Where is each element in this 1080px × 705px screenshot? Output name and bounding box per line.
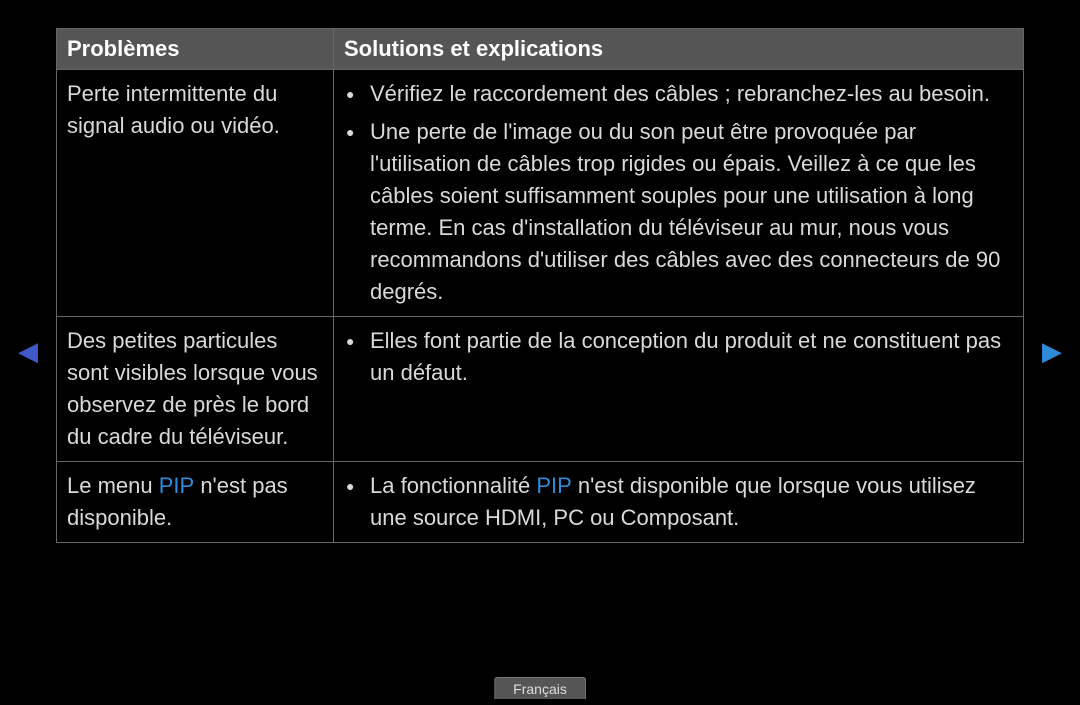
problem-cell: Le menu PIP n'est pas disponible. [57,462,333,542]
keyword-pip: PIP [536,473,571,498]
text-fragment: Le menu [67,473,159,498]
solution-cell: Vérifiez le raccordement des câbles ; re… [333,70,1023,316]
table-row: Le menu PIP n'est pas disponible. La fon… [57,462,1023,542]
solution-item: Vérifiez le raccordement des câbles ; re… [344,78,1013,110]
solution-cell: Elles font partie de la conception du pr… [333,317,1023,461]
problem-cell: Perte intermittente du signal audio ou v… [57,70,333,316]
language-tab[interactable]: Français [494,677,586,699]
solution-item: La fonctionnalité PIP n'est disponible q… [344,470,1013,534]
solution-item: Elles font partie de la conception du pr… [344,325,1013,389]
next-page-arrow[interactable]: ▶ [1042,338,1062,364]
manual-page: Problèmes Solutions et explications Pert… [0,0,1080,705]
header-solutions: Solutions et explications [333,29,1023,69]
table-row: Perte intermittente du signal audio ou v… [57,70,1023,317]
troubleshooting-table: Problèmes Solutions et explications Pert… [56,28,1024,543]
problem-cell: Des petites particules sont visibles lor… [57,317,333,461]
solution-cell: La fonctionnalité PIP n'est disponible q… [333,462,1023,542]
prev-page-arrow[interactable]: ◀ [18,338,38,364]
text-fragment: La fonctionnalité [370,473,536,498]
keyword-pip: PIP [159,473,194,498]
header-problems: Problèmes [57,29,333,69]
solution-item: Une perte de l'image ou du son peut être… [344,116,1013,308]
table-header-row: Problèmes Solutions et explications [57,29,1023,70]
table-row: Des petites particules sont visibles lor… [57,317,1023,462]
